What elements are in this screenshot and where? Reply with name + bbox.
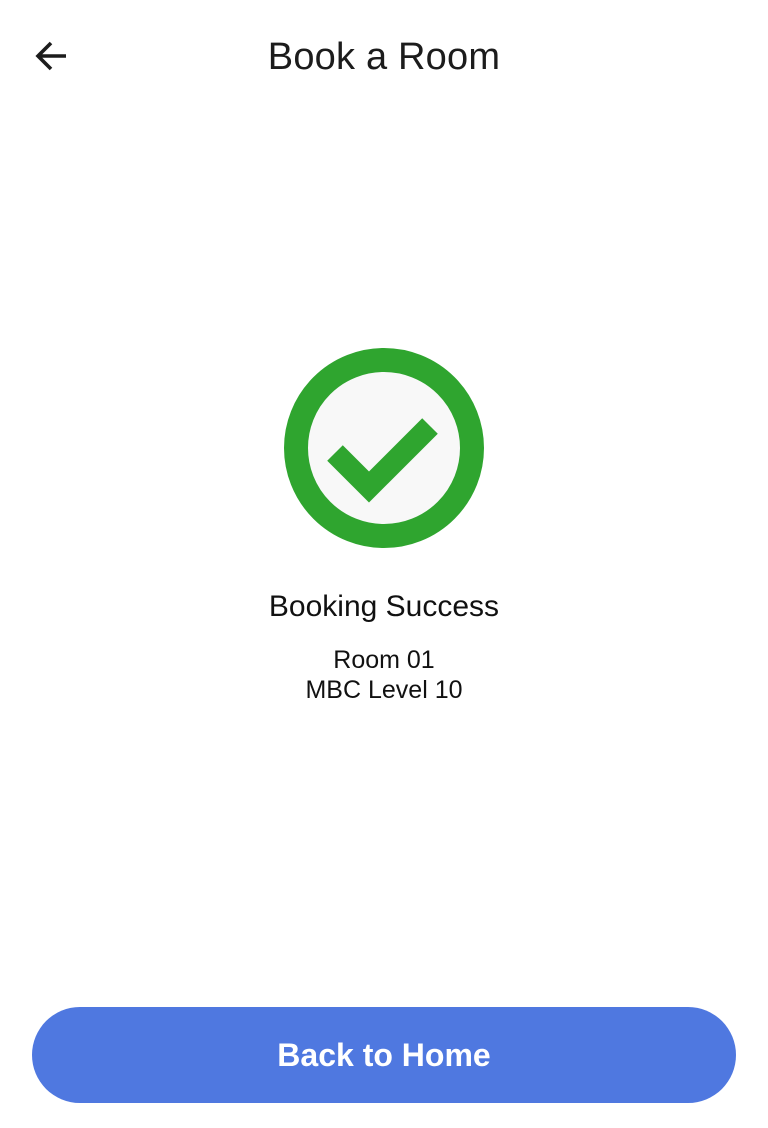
booking-success-screen: Book a Room Booking Success Room 01 MBC … (0, 0, 768, 1128)
success-title: Booking Success (268, 590, 500, 623)
room-name: Room 01 (333, 646, 435, 674)
app-header: Book a Room (0, 0, 768, 112)
page-title: Book a Room (267, 36, 501, 78)
check-circle-icon (284, 348, 484, 548)
back-to-home-button[interactable]: Back to Home (32, 1007, 736, 1103)
room-location: MBC Level 10 (305, 676, 463, 704)
